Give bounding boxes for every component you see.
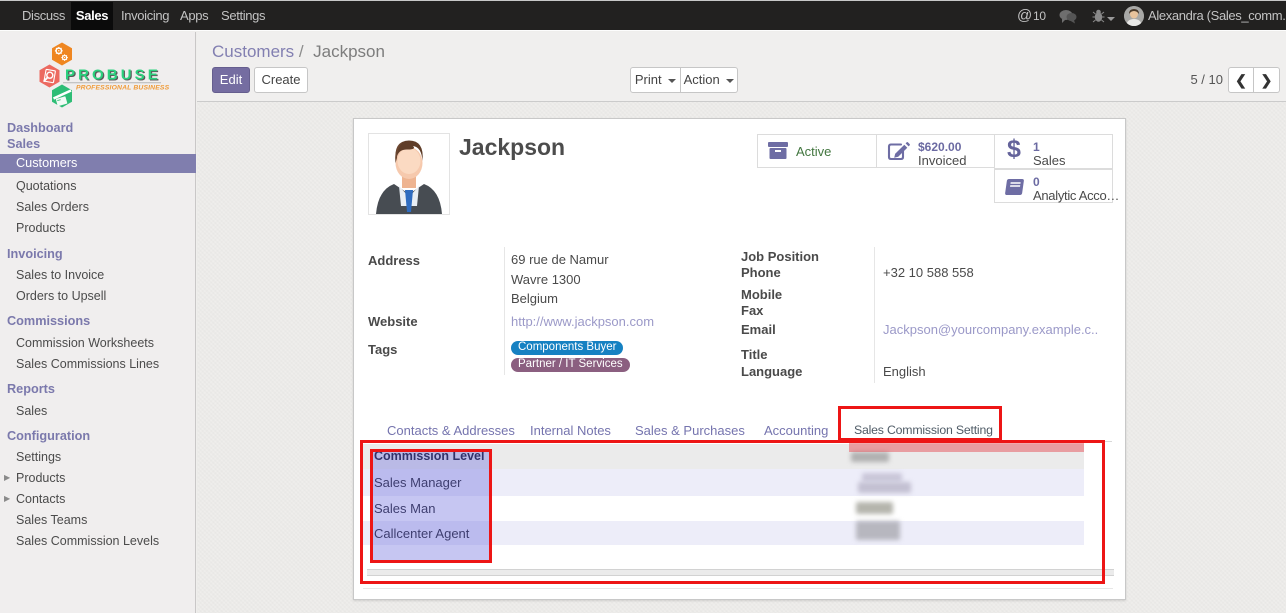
svg-text:PROBUSE: PROBUSE xyxy=(65,67,161,84)
svg-text:PROFESSIONAL BUSINESS: PROFESSIONAL BUSINESS xyxy=(76,85,170,92)
